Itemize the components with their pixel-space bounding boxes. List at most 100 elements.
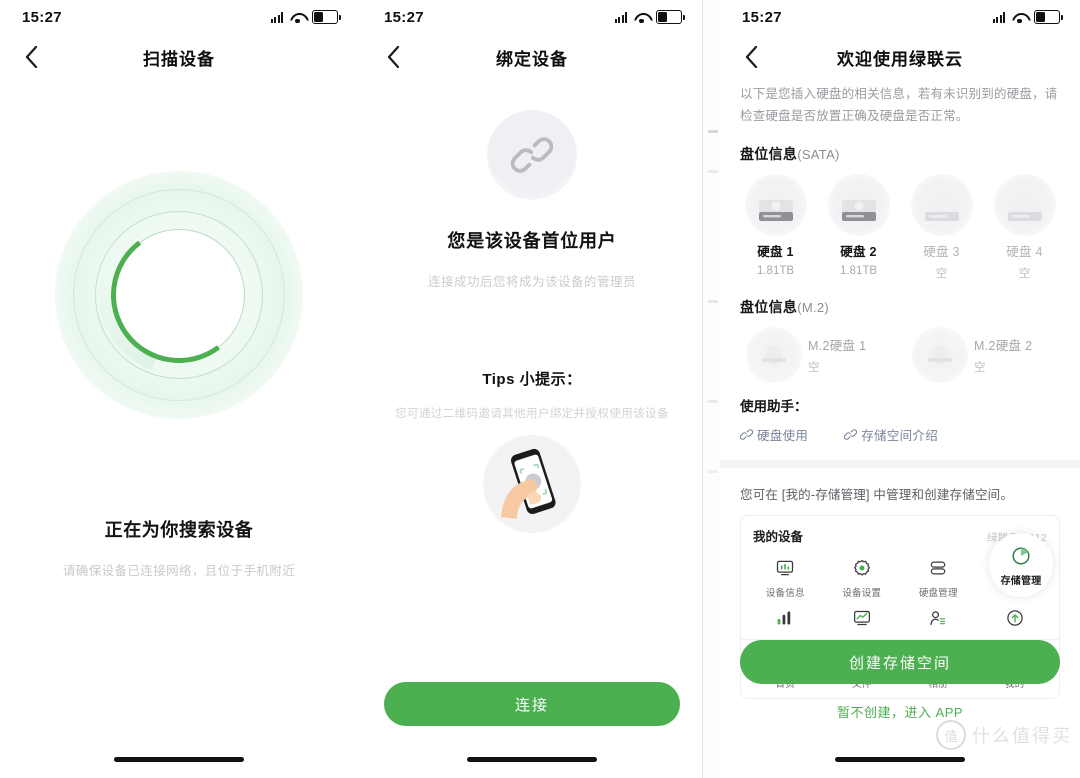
disk-bay[interactable]: 硬盘 2 1.81TB: [817, 173, 900, 281]
m2-section-suffix: (M.2): [797, 299, 830, 315]
m2-section-title: 盘位信息(M.2): [720, 281, 1080, 317]
chart-monitor-icon: [747, 555, 824, 581]
helper-link-storage-intro[interactable]: 存储空间介绍: [844, 425, 938, 444]
m2-bay-name: M.2硬盘 1: [808, 338, 867, 353]
preview-item-disk-manage[interactable]: 硬盘管理: [900, 555, 977, 599]
panel-bind-device: 15:27 绑定设备 您是该设备首位用户 连接成功后您将成为该设备的管理员 Ti…: [362, 0, 702, 778]
preview-item-storage-manage[interactable]: 存储管理: [989, 532, 1053, 597]
preview-item-label: 设备设置: [842, 587, 882, 599]
status-bar-icons: [270, 10, 341, 24]
connect-button[interactable]: 连接: [384, 682, 680, 726]
status-bar-time: 15:27: [742, 8, 782, 26]
disk-glyph: [841, 199, 876, 221]
preview-item-label: 存储管理: [1000, 575, 1042, 587]
disk-bay[interactable]: 硬盘 4 空: [983, 173, 1066, 281]
scan-status-block: 正在为你搜索设备 请确保设备已连接网络，且位于手机附近: [0, 516, 358, 579]
wifi-icon: [290, 12, 305, 23]
disk-bay-capacity: 1.81TB: [839, 264, 878, 277]
status-bar-time: 15:27: [22, 8, 62, 26]
helper-link-label: 硬盘使用: [757, 428, 809, 443]
link-icon: [511, 137, 553, 173]
chevron-left-icon: [25, 46, 37, 68]
preview-item-stats[interactable]: [747, 605, 824, 631]
m2-bay-list: M.2硬盘 1 空 M.2硬盘 2 空: [720, 317, 1080, 383]
radar-rings: [55, 171, 303, 419]
nav-bar-bind: 绑定设备: [362, 34, 702, 80]
battery-icon: [312, 10, 341, 24]
preview-item-users[interactable]: [900, 605, 977, 631]
preview-item-label: 设备信息: [765, 587, 805, 599]
preview-item-upload[interactable]: [977, 605, 1054, 631]
link-icon-badge: [487, 110, 577, 200]
preview-item-monitor[interactable]: [824, 605, 901, 631]
sata-section-title: 盘位信息(SATA): [720, 128, 1080, 164]
sata-bay-list: 硬盘 1 1.81TB 硬盘 2 1.81TB 硬盘 3 空 硬盘 4 空: [720, 164, 1080, 281]
m2-glyph: [928, 345, 952, 365]
chevron-left-icon: [387, 46, 399, 68]
watermark-badge: 值: [936, 720, 966, 750]
link-icon: [740, 429, 753, 440]
disk-bay-capacity: 1.81TB: [756, 264, 795, 277]
m2-bay-name: M.2硬盘 2: [974, 338, 1033, 353]
preview-item-device-settings[interactable]: 设备设置: [824, 555, 901, 599]
nav-bar-scan: 扫描设备: [0, 34, 358, 80]
preview-feature-row-1: 设备信息 设备设置 硬盘管理 存储管理: [741, 532, 1059, 603]
welcome-description: 以下是您插入硬盘的相关信息，若有未识别到的硬盘，请检查硬盘是否放置正确及硬盘是否…: [740, 87, 1058, 123]
disk-glyph: [758, 199, 793, 221]
scan-title: 正在为你搜索设备: [104, 520, 254, 540]
tips-text: 您可通过二维码邀请其他用户绑定并授权使用该设备: [395, 408, 669, 420]
gear-icon: [824, 555, 901, 581]
upload-circle-icon: [977, 605, 1054, 631]
sata-section-suffix: (SATA): [797, 146, 840, 162]
back-button[interactable]: [738, 44, 764, 70]
helper-link-list: 硬盘使用 存储空间介绍: [720, 415, 1080, 444]
m2-disk-icon: [746, 326, 802, 383]
disk-bay[interactable]: 硬盘 3 空: [900, 173, 983, 281]
tips-title: Tips 小提示：: [482, 371, 582, 388]
hard-disk-icon: [744, 173, 807, 236]
nav-bar-welcome: 欢迎使用绿联云: [720, 34, 1080, 80]
storage-note: 您可在 [我的-存储管理] 中管理和创建存储空间。: [740, 487, 1014, 502]
create-storage-space-button[interactable]: 创建存储空间: [740, 640, 1060, 684]
disk-glyph-empty: [924, 199, 959, 221]
status-bar-icons: [614, 10, 685, 24]
status-bar: 15:27: [720, 0, 1080, 34]
watermark-text: 什么值得买: [972, 726, 1072, 746]
disk-bay-name: 硬盘 3: [923, 244, 960, 259]
page-title: 欢迎使用绿联云: [837, 49, 963, 69]
disk-bay-name: 硬盘 4: [1006, 244, 1043, 259]
preview-title: 我的设备: [753, 529, 804, 544]
hard-disk-empty-icon: [910, 173, 973, 236]
line-monitor-icon: [824, 605, 901, 631]
section-divider: [720, 459, 1080, 468]
m2-bay-text: M.2硬盘 1 空: [808, 335, 866, 375]
bind-subtitle: 连接成功后您将成为该设备的管理员: [427, 275, 636, 289]
hard-disk-empty-icon: [993, 173, 1056, 236]
helper-link-disk-usage[interactable]: 硬盘使用: [740, 425, 808, 444]
helper-link-label: 存储空间介绍: [861, 428, 939, 443]
disk-stack-icon: [900, 555, 977, 581]
skip-enter-app-link[interactable]: 暂不创建，进入 APP: [837, 702, 963, 721]
m2-bay[interactable]: M.2硬盘 1 空: [734, 326, 900, 383]
signal-icon: [992, 11, 1005, 23]
preview-item-device-info[interactable]: 设备信息: [747, 555, 824, 599]
back-button[interactable]: [18, 44, 44, 70]
battery-icon: [656, 10, 685, 24]
disk-bay[interactable]: 硬盘 1 1.81TB: [734, 173, 817, 281]
link-icon: [844, 429, 858, 440]
m2-section-label: 盘位信息: [740, 298, 798, 315]
m2-bay-capacity: 空: [974, 361, 986, 374]
panel-scan-device: 15:27 扫描设备 正在为你搜索设备 请确保设备已连接网络，且位于手机附近: [0, 0, 358, 778]
home-indicator: [835, 757, 965, 762]
helper-title: 使用助手：: [740, 398, 808, 414]
welcome-actions: 创建存储空间 暂不创建，进入 APP: [720, 640, 1080, 722]
disk-bay-name: 硬盘 1: [757, 244, 794, 259]
screenshot-stage: 15:27 扫描设备 正在为你搜索设备 请确保设备已连接网络，且位于手机附近 1…: [0, 0, 1080, 778]
chevron-left-icon: [745, 46, 757, 68]
user-list-icon: [900, 605, 977, 631]
back-button[interactable]: [380, 44, 406, 70]
m2-bay[interactable]: M.2硬盘 2 空: [900, 326, 1066, 383]
m2-disk-icon: [912, 326, 968, 383]
wifi-icon: [634, 12, 649, 23]
wifi-icon: [1012, 12, 1027, 23]
